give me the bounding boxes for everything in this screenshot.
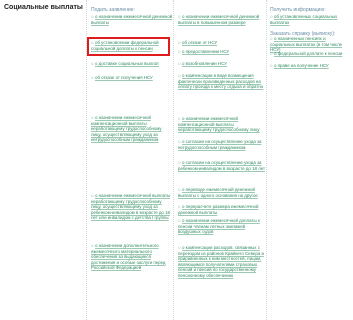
- link-caregiver-compensation[interactable]: ○о назначении ежемесячной компенсационно…: [91, 115, 173, 143]
- highlight-box: [87, 37, 170, 56]
- link-relocation-compensation[interactable]: ○о компенсации расходов, связанных с пер…: [178, 245, 266, 279]
- link-provide-nsu[interactable]: ○о предоставлении НСУ: [178, 49, 266, 55]
- link-delivery-social-payments[interactable]: ○о доставке социальных выплат: [91, 61, 173, 67]
- link-consent-care-child[interactable]: ○о согласии на осуществление ухода за ре…: [178, 160, 266, 171]
- link-consent-care[interactable]: ○о согласии на осуществление ухода за не…: [178, 139, 266, 150]
- link-monthly-payment[interactable]: ○о назначении ежемесячной денежной выпла…: [91, 14, 173, 25]
- link-refuse-nsu[interactable]: ○об отказе от получения НСУ: [91, 75, 173, 81]
- link-certificate-nsu-right[interactable]: ○о праве на получение НСУ: [270, 63, 350, 69]
- link-additional-material-support[interactable]: ○о назначении дополнительного ежемесячно…: [91, 243, 173, 271]
- link-resume-nsu[interactable]: ○о возобновлении НСУ: [178, 61, 266, 67]
- link-refuse-nsu-2[interactable]: ○об отказе от НСУ: [178, 40, 266, 46]
- link-caregiver-disabled-child[interactable]: ○о назначении ежемесячной выплаты нерабо…: [91, 193, 173, 221]
- apply-header: Подать заявление:: [91, 7, 135, 13]
- column-separator: [266, 0, 267, 320]
- column-separator: [173, 0, 174, 320]
- link-recalculate-payment[interactable]: ○о перерасчете размера ежемесячной денеж…: [178, 204, 266, 215]
- link-caregiver-compensation-2[interactable]: ○о назначении ежемесячной компенсационно…: [178, 116, 266, 133]
- link-flight-crew-supplement[interactable]: ○о назначении ежемесячной доплаты к пенс…: [178, 218, 266, 235]
- link-certificate-federal-supplement[interactable]: ○о федеральной доплате к пенсии: [270, 51, 350, 57]
- link-transfer-payment[interactable]: ○о переводе ежемесячной денежной выплаты…: [178, 187, 266, 198]
- social-payments-page: Социальные выплаты Подать заявление: ○о …: [0, 0, 353, 320]
- link-travel-compensation[interactable]: ○о компенсации в виде возмещения фактиче…: [178, 73, 266, 90]
- link-established-payments[interactable]: ○об установленных социальных выплатах: [270, 14, 350, 25]
- link-monthly-payment-increased[interactable]: ○о назначении ежемесячной денежной выпла…: [178, 14, 266, 25]
- info-header: Получить информацию:: [270, 7, 326, 13]
- page-title: Социальные выплаты: [4, 4, 83, 11]
